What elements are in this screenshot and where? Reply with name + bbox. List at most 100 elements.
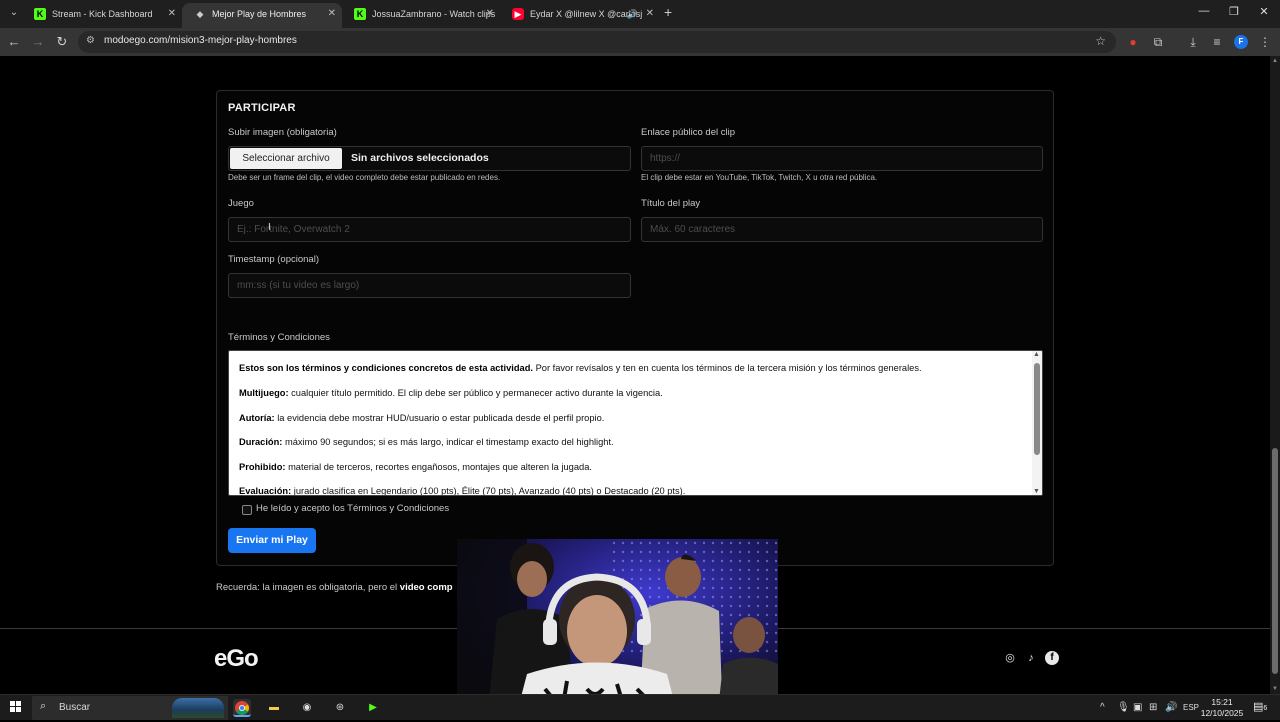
kick-icon: K — [354, 8, 366, 20]
tab-title: Eydar X @lilnew X @carlosj — [530, 9, 643, 19]
reload-icon[interactable]: ↻ — [54, 34, 70, 50]
link-label: Enlace público del clip — [641, 127, 736, 138]
submit-play-button[interactable]: Enviar mi Play — [228, 528, 316, 553]
tab-kick-dashboard[interactable]: K Stream - Kick Dashboard ✕ — [22, 3, 182, 28]
scroll-up-icon[interactable]: ▲ — [1272, 58, 1278, 64]
back-icon[interactable]: ← — [6, 34, 22, 50]
terms-box[interactable]: Estos son los términos y condiciones con… — [228, 350, 1043, 496]
page-scroll-thumb[interactable] — [1272, 448, 1278, 674]
taskbar-clock[interactable]: 15:21 12/10/2025 — [1198, 697, 1246, 719]
game-label: Juego — [228, 198, 254, 209]
terms-line: Duración: máximo 90 segundos; si es más … — [239, 437, 614, 447]
instagram-icon[interactable]: ◎ — [1003, 651, 1017, 665]
restore-icon[interactable]: ❐ — [1224, 5, 1244, 18]
file-explorer-icon[interactable]: ▬ — [265, 699, 283, 717]
close-icon[interactable]: ✕ — [646, 3, 654, 25]
tray-overflow-icon[interactable]: ^ — [1100, 702, 1105, 713]
facebook-icon[interactable]: f — [1045, 651, 1059, 665]
new-tab-button[interactable]: + — [664, 4, 672, 20]
profile-avatar[interactable]: F — [1234, 35, 1248, 49]
timestamp-label: Timestamp (opcional) — [228, 254, 319, 265]
network-icon[interactable]: ⊞ — [1149, 702, 1157, 713]
site-icon: ◆ — [196, 9, 204, 19]
terms-line: Autoría: la evidencia debe mostrar HUD/u… — [239, 413, 605, 423]
terms-scrollbar[interactable]: ▲ ▼ — [1032, 351, 1042, 495]
window-close-icon[interactable]: ✕ — [1254, 5, 1274, 18]
weather-widget-image[interactable] — [172, 698, 224, 718]
file-upload-field[interactable]: Seleccionar archivo Sin archivos selecci… — [228, 146, 631, 171]
extensions-icon[interactable]: ⧉ — [1151, 35, 1165, 49]
site-info-icon[interactable]: ⚙ — [86, 35, 95, 46]
close-icon[interactable]: ✕ — [168, 3, 176, 25]
terms-scroll-thumb[interactable] — [1034, 363, 1040, 455]
link-input[interactable] — [642, 147, 1042, 170]
reminder-note: Recuerda: la imagen es obligatoria, pero… — [216, 582, 453, 593]
obs-icon[interactable]: ◉ — [298, 699, 316, 717]
browser-tab-bar: ⌄ K Stream - Kick Dashboard ✕ ◆ Mejor Pl… — [0, 0, 1280, 28]
tab-mejor-play[interactable]: ◆ Mejor Play de Hombres ✕ — [182, 3, 342, 28]
microphone-icon[interactable]: 🎙 — [1117, 702, 1130, 713]
windows-start-icon[interactable] — [10, 701, 22, 713]
terms-label: Términos y Condiciones — [228, 332, 330, 343]
recording-extension-icon[interactable]: ● — [1126, 35, 1140, 49]
download-icon[interactable]: ⤓ — [1186, 35, 1200, 49]
webcam-feed-image — [457, 539, 778, 720]
tab-title: Stream - Kick Dashboard — [52, 9, 153, 19]
choose-file-button[interactable]: Seleccionar archivo — [230, 148, 342, 169]
ego-logo[interactable]: eGo — [214, 645, 259, 673]
play-title-field[interactable] — [641, 217, 1043, 242]
terms-line: Prohibido: material de terceros, recorte… — [239, 462, 592, 472]
section-title: PARTICIPAR — [228, 102, 296, 114]
tiktok-icon[interactable]: ♪ — [1024, 651, 1038, 665]
display-icon[interactable]: ▣ — [1133, 702, 1142, 713]
accept-terms-label[interactable]: He leído y acepto los Términos y Condici… — [256, 503, 449, 514]
terms-line: Multijuego: cualquier título permitido. … — [239, 388, 663, 398]
chrome-icon[interactable] — [233, 699, 251, 717]
language-indicator[interactable]: ESP — [1183, 703, 1199, 712]
close-icon[interactable]: ✕ — [328, 3, 336, 25]
search-text[interactable]: Buscar — [59, 702, 90, 713]
app-icon[interactable]: ⊛ — [331, 699, 349, 717]
minimize-icon[interactable]: — — [1194, 5, 1214, 17]
text-cursor-icon: I — [268, 222, 271, 233]
forward-icon[interactable]: → — [30, 34, 46, 50]
close-icon[interactable]: ✕ — [486, 3, 494, 25]
audio-playing-icon[interactable]: 🔊 — [627, 3, 638, 25]
scroll-down-icon[interactable]: ▼ — [1033, 488, 1040, 495]
volume-icon[interactable]: 🔊 — [1165, 702, 1177, 713]
clock-time: 15:21 — [1211, 697, 1233, 707]
play-title-input[interactable] — [642, 218, 1042, 241]
tab-search-icon[interactable]: ⌄ — [6, 5, 22, 21]
timestamp-input[interactable] — [229, 274, 630, 297]
tab-title: Mejor Play de Hombres — [212, 9, 307, 19]
search-icon: ⌕ — [40, 700, 47, 712]
link-field[interactable] — [641, 146, 1043, 171]
file-status: Sin archivos seleccionados — [351, 152, 489, 164]
scroll-down-icon[interactable]: ▼ — [1272, 686, 1278, 692]
menu-icon[interactable]: ⋮ — [1258, 35, 1272, 49]
tab-watch-clips[interactable]: K JossuaZambrano - Watch clips ✕ — [342, 3, 500, 28]
youtube-icon: ▶ — [512, 8, 524, 20]
game-field[interactable] — [228, 217, 631, 242]
timestamp-field[interactable] — [228, 273, 631, 298]
windows-taskbar: ⌕ Buscar ▬ ◉ ⊛ ▶ ^ 🎙 ▣ ⊞ 🔊 ESP 15:21 12/… — [0, 694, 1280, 720]
terms-line: Estos son los términos y condiciones con… — [239, 363, 922, 373]
page-scrollbar[interactable]: ▲ ▼ — [1270, 56, 1280, 694]
notification-count: 6 — [1263, 705, 1268, 712]
browser-toolbar: ← → ↻ ⚙ modoego.com/mision3-mejor-play-h… — [0, 28, 1280, 56]
tab-youtube[interactable]: ▶ Eydar X @lilnew X @carlosj 🔊 ✕ — [500, 3, 660, 28]
terms-line: Evaluación: jurado clasifica en Legendar… — [239, 486, 686, 496]
bookmark-star-icon[interactable]: ☆ — [1095, 34, 1106, 48]
game-input[interactable] — [229, 218, 630, 241]
kick-app-icon[interactable]: ▶ — [364, 699, 382, 717]
scroll-up-icon[interactable]: ▲ — [1033, 351, 1040, 358]
tab-title: JossuaZambrano - Watch clips — [372, 9, 496, 19]
kick-icon: K — [34, 8, 46, 20]
notification-icon[interactable]: ▤6 — [1253, 700, 1267, 713]
accept-terms-checkbox[interactable] — [242, 505, 252, 515]
taskbar-search[interactable]: ⌕ Buscar — [32, 696, 228, 720]
url-text[interactable]: modoego.com/mision3-mejor-play-hombres — [104, 35, 297, 46]
address-bar[interactable]: ⚙ modoego.com/mision3-mejor-play-hombres… — [78, 31, 1116, 53]
participation-form: PARTICIPAR Subir imagen (obligatoria) Se… — [216, 90, 1054, 566]
media-control-icon[interactable]: ≡ — [1210, 35, 1224, 49]
